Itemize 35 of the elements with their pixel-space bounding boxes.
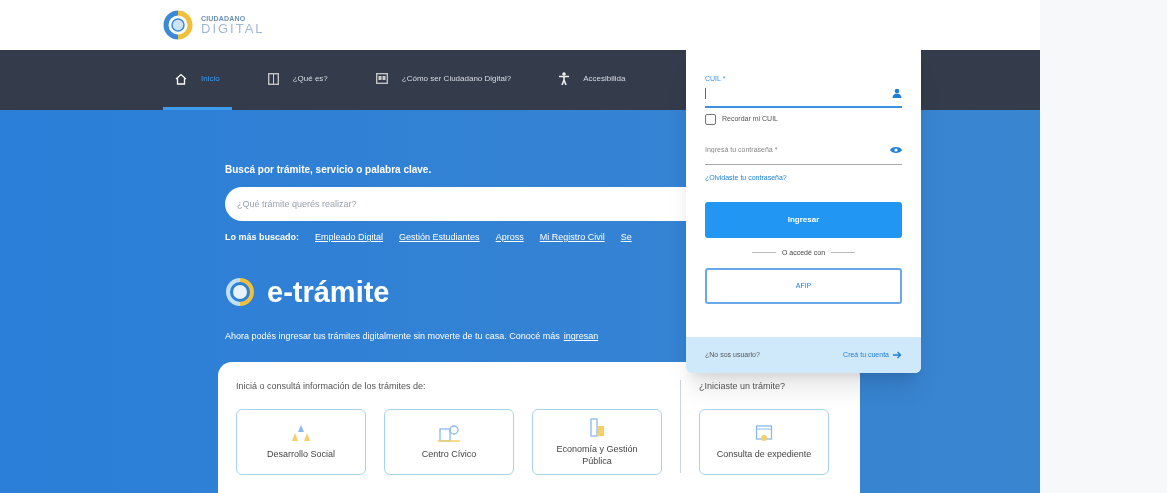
popular-link[interactable]: Gestión Estudiantes: [399, 231, 480, 245]
category-tile[interactable]: Economía y Gestión Pública: [532, 409, 662, 475]
category-tile[interactable]: Centro Cívico: [384, 409, 514, 475]
eye-icon[interactable]: [890, 146, 902, 154]
book-icon: [267, 72, 279, 85]
search-label: Buscá por trámite, servicio o palabra clave.: [225, 163, 433, 177]
logo-text: DIGITAL: [201, 22, 265, 35]
buildings-icon: [588, 416, 606, 437]
nav-tab[interactable]: ¿Cómo ser Ciudadano Digital?: [363, 50, 524, 110]
card-icon: [375, 73, 388, 84]
category-tile[interactable]: Desarrollo Social: [236, 409, 366, 475]
brand-title: e-trámite: [267, 274, 390, 310]
popular-label: Lo más buscado:: [225, 231, 299, 244]
panel-heading: Iniciá o consultá información de los trámites de:: [236, 379, 427, 393]
login-button[interactable]: Ingresar: [705, 201, 902, 238]
popular-link[interactable]: Se: [620, 231, 632, 245]
popular-link[interactable]: Mi Registro Civil: [539, 231, 605, 245]
home-icon: [175, 72, 187, 85]
arrow-right-icon: [893, 351, 902, 359]
nav-tab[interactable]: Accesibilida: [547, 50, 638, 110]
e-logo-icon: [225, 277, 255, 308]
intro-link[interactable]: ingresan: [563, 330, 599, 344]
nav-tab[interactable]: ¿Qué es?: [255, 50, 340, 110]
category-tile[interactable]: Consulta de expediente: [699, 409, 829, 475]
user-icon: [892, 88, 902, 98]
people-icon: [291, 423, 311, 442]
person-icon: [559, 72, 570, 85]
building-icon: [438, 423, 460, 442]
popular-link[interactable]: Empleado Digital: [315, 231, 384, 245]
popular-link[interactable]: Apross: [495, 231, 524, 245]
panel-heading: ¿Iniciaste un trámite?: [699, 379, 787, 393]
checkbox[interactable]: [705, 114, 716, 125]
intro-text: Ahora podés ingresar tus trámites digitalmente sin moverte de tu casa. Conocé más: [225, 330, 560, 343]
folder-icon: [755, 423, 773, 442]
logo-icon: [163, 10, 193, 40]
